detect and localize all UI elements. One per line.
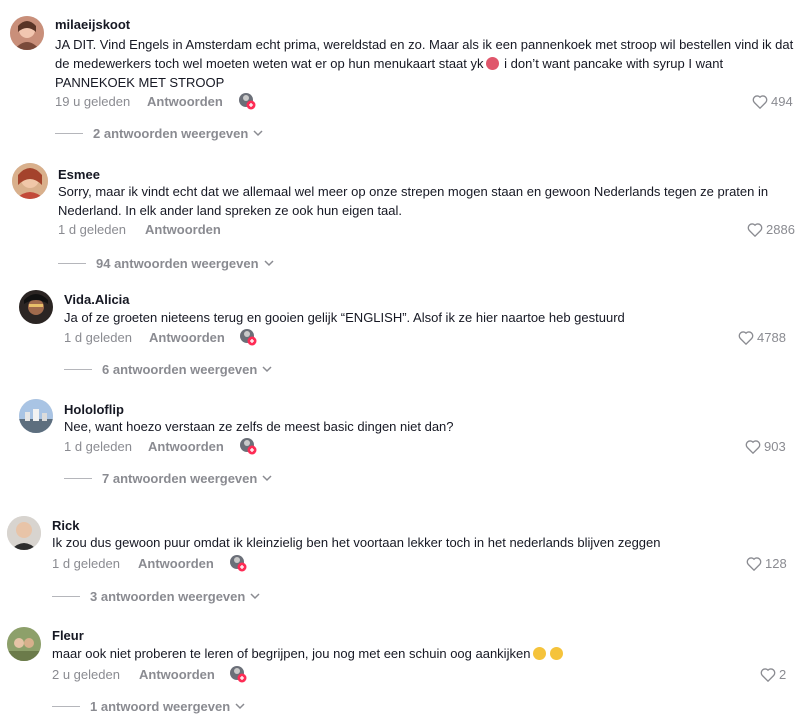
avatar[interactable] xyxy=(19,290,53,324)
comment-text: Ja of ze groeten nieteens terug en gooie… xyxy=(64,310,625,325)
comment-username[interactable]: Esmee xyxy=(58,167,100,182)
like-button[interactable]: 128 xyxy=(746,556,787,571)
creator-badge-icon xyxy=(239,437,257,455)
divider xyxy=(52,596,80,597)
comment-timestamp: 1 d geleden xyxy=(64,330,132,345)
comment-timestamp: 1 d geleden xyxy=(52,556,120,571)
like-count: 2886 xyxy=(766,222,795,237)
view-replies-label: 2 antwoorden weergeven xyxy=(93,126,249,141)
view-replies-button[interactable]: 7 antwoorden weergeven xyxy=(64,471,272,486)
view-replies-button[interactable]: 2 antwoorden weergeven xyxy=(55,126,263,141)
chevron-down-icon xyxy=(264,260,274,267)
view-replies-button[interactable]: 3 antwoorden weergeven xyxy=(52,589,260,604)
view-replies-label: 3 antwoorden weergeven xyxy=(90,589,246,604)
like-count: 2 xyxy=(779,667,787,682)
like-button[interactable]: 903 xyxy=(745,439,786,454)
view-replies-label: 6 antwoorden weergeven xyxy=(102,362,258,377)
comment-text: maar ook niet proberen te leren of begri… xyxy=(52,644,792,663)
comment-timestamp: 1 d geleden xyxy=(64,439,132,454)
reply-button[interactable]: Antwoorden xyxy=(149,330,225,345)
comment-username[interactable]: Rick xyxy=(52,518,79,533)
divider xyxy=(52,706,80,707)
heart-outline-icon xyxy=(738,331,754,345)
like-count: 4788 xyxy=(757,330,786,345)
chevron-down-icon xyxy=(262,475,272,482)
comment-username[interactable]: Fleur xyxy=(52,628,84,643)
like-button[interactable]: 4788 xyxy=(738,330,786,345)
comment-text-part: maar ook niet proberen te leren of begri… xyxy=(52,646,531,661)
view-replies-button[interactable]: 6 antwoorden weergeven xyxy=(64,362,272,377)
chevron-down-icon xyxy=(253,130,263,137)
heart-eyes-emoji-icon xyxy=(550,647,564,660)
heart-outline-icon xyxy=(747,223,763,237)
comment-username[interactable]: Vida.Alicia xyxy=(64,292,130,307)
comment-fleur: Fleur maar ook niet proberen te leren of… xyxy=(0,0,800,714)
heart-outline-icon xyxy=(745,440,761,454)
avatar[interactable] xyxy=(12,163,48,199)
reply-button[interactable]: Antwoorden xyxy=(138,556,214,571)
avatar[interactable] xyxy=(7,627,41,661)
creator-badge-icon xyxy=(239,328,257,346)
like-count: 128 xyxy=(765,556,787,571)
view-replies-button[interactable]: 94 antwoorden weergeven xyxy=(58,256,274,271)
avatar[interactable] xyxy=(7,516,41,550)
reply-button[interactable]: Antwoorden xyxy=(148,439,224,454)
comment-text: Nee, want hoezo verstaan ze zelfs de mee… xyxy=(64,419,454,434)
chevron-down-icon xyxy=(262,366,272,373)
view-replies-button[interactable]: 1 antwoord weergeven xyxy=(52,699,245,714)
view-replies-label: 7 antwoorden weergeven xyxy=(102,471,258,486)
divider xyxy=(55,133,83,134)
divider xyxy=(64,478,92,479)
comment-text: Sorry, maar ik vindt echt dat we allemaa… xyxy=(58,184,769,218)
divider xyxy=(58,263,86,264)
heart-eyes-emoji-icon xyxy=(533,647,547,660)
creator-badge-icon xyxy=(229,665,247,683)
creator-badge-icon xyxy=(229,554,247,572)
comment-timestamp: 2 u geleden xyxy=(52,667,120,682)
comment-username[interactable]: Hololoflip xyxy=(64,402,124,417)
comment-timestamp: 1 d geleden xyxy=(58,222,126,237)
reply-button[interactable]: Antwoorden xyxy=(145,222,221,237)
view-replies-label: 94 antwoorden weergeven xyxy=(96,256,259,271)
heart-outline-icon xyxy=(746,557,762,571)
chevron-down-icon xyxy=(235,703,245,710)
avatar[interactable] xyxy=(19,399,53,433)
divider xyxy=(64,369,92,370)
like-button[interactable]: 2 xyxy=(760,667,786,682)
heart-outline-icon xyxy=(760,668,776,682)
like-button[interactable]: 2886 xyxy=(747,222,795,237)
like-count: 903 xyxy=(764,439,786,454)
view-replies-label: 1 antwoord weergeven xyxy=(90,699,231,714)
comment-text: Ik zou dus gewoon puur omdat ik kleinzie… xyxy=(52,535,661,550)
chevron-down-icon xyxy=(250,593,260,600)
reply-button[interactable]: Antwoorden xyxy=(139,667,215,682)
